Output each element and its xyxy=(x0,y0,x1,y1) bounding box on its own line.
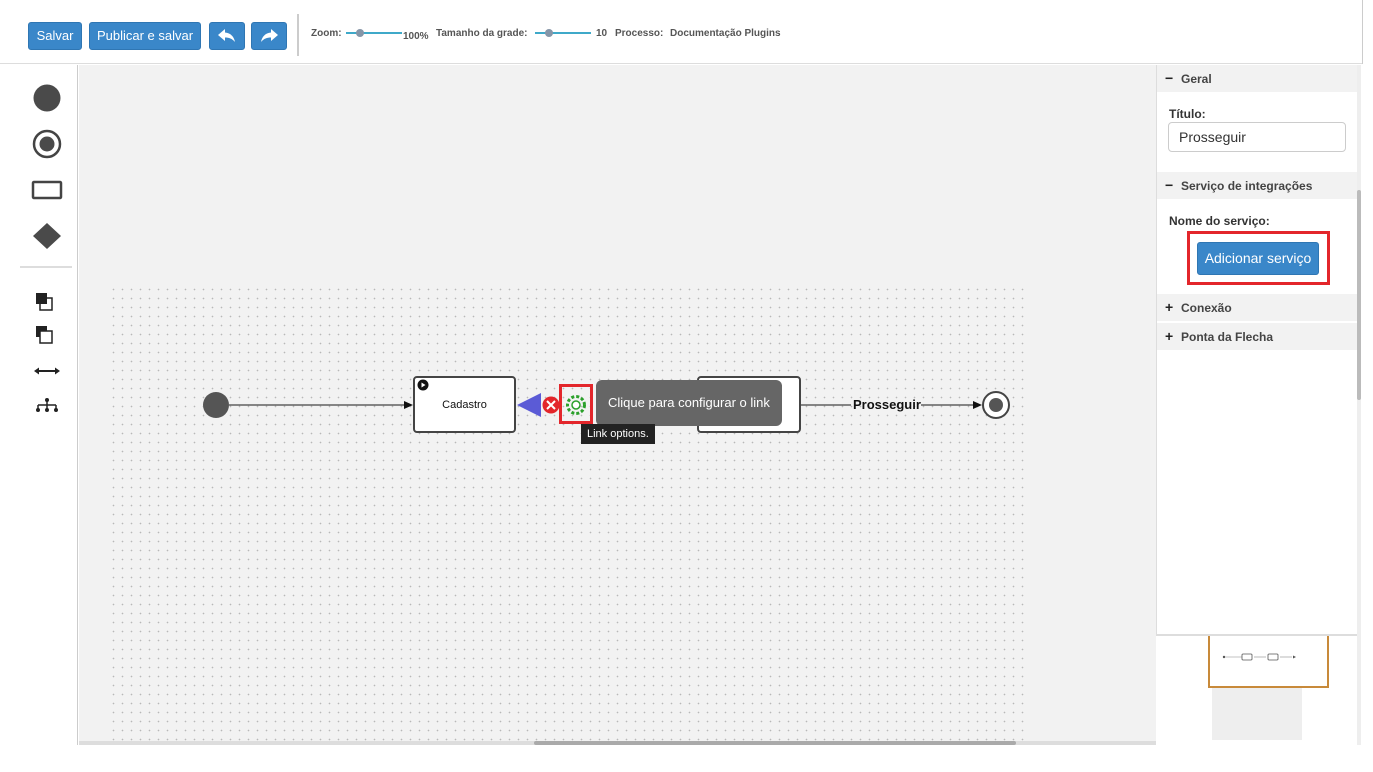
end-event-icon xyxy=(32,129,62,159)
configure-link-tooltip: Clique para configurar o link xyxy=(596,380,782,426)
redo-button[interactable] xyxy=(251,22,287,50)
minimap-viewport[interactable] xyxy=(1208,636,1329,688)
window-edge xyxy=(1362,0,1363,64)
play-icon xyxy=(417,379,429,391)
title-input[interactable] xyxy=(1168,122,1346,152)
palette-send-to-back[interactable] xyxy=(30,322,64,352)
section-connection-title: Conexão xyxy=(1181,301,1232,315)
collapse-icon: − xyxy=(1165,70,1174,86)
highlight-gear xyxy=(559,384,593,424)
send-back-icon xyxy=(36,326,53,344)
shape-palette xyxy=(0,65,78,745)
diagram-canvas[interactable]: Cadastro Clique para configurar o link L… xyxy=(79,65,1156,745)
title-field-label: Título: xyxy=(1169,107,1206,121)
expand-icon: + xyxy=(1165,328,1174,344)
palette-gateway[interactable] xyxy=(30,221,64,251)
vertical-scrollbar-thumb[interactable] xyxy=(1357,190,1361,400)
section-geral-header[interactable]: − Geral xyxy=(1157,65,1358,92)
process-editor: Salvar Publicar e salvar Zoom: 100% Tama… xyxy=(0,0,1373,772)
link-source-arrow-handle[interactable] xyxy=(517,393,541,417)
palette-bring-to-front[interactable] xyxy=(30,289,64,319)
minimap-diagram xyxy=(1222,653,1296,661)
auto-layout-icon xyxy=(36,398,58,412)
section-integration-title: Serviço de integrações xyxy=(1181,179,1313,193)
palette-end-event[interactable] xyxy=(30,129,64,159)
redo-icon xyxy=(261,29,278,42)
expand-icon: + xyxy=(1165,299,1174,315)
task-cadastro-label: Cadastro xyxy=(442,399,487,411)
palette-auto-layout[interactable] xyxy=(30,395,64,425)
publish-and-save-button[interactable]: Publicar e salvar xyxy=(89,22,201,50)
undo-icon xyxy=(218,29,235,42)
process-label: Processo: xyxy=(615,28,664,39)
zoom-slider[interactable] xyxy=(346,29,402,37)
section-arrowhead-title: Ponta da Flecha xyxy=(1181,330,1274,344)
section-connection-header[interactable]: + Conexão xyxy=(1157,294,1358,321)
bring-front-icon xyxy=(36,293,53,311)
link-arrow-icon xyxy=(34,367,60,375)
undo-button[interactable] xyxy=(209,22,245,50)
minimap[interactable] xyxy=(1156,634,1357,745)
link-arrowhead-2 xyxy=(973,401,982,409)
process-name: Documentação Plugins xyxy=(670,28,781,39)
palette-task[interactable] xyxy=(30,175,64,205)
palette-start-event[interactable] xyxy=(30,82,64,112)
add-service-button[interactable]: Adicionar serviço xyxy=(1197,242,1319,275)
link-label-prosseguir[interactable]: Prosseguir xyxy=(853,397,921,412)
zoom-label: Zoom: xyxy=(311,28,342,39)
service-name-label: Nome do serviço: xyxy=(1169,214,1270,228)
palette-divider xyxy=(20,266,72,268)
zoom-value: 100% xyxy=(403,31,429,42)
end-event-node-center xyxy=(989,398,1003,412)
link-options-tooltip: Link options. xyxy=(581,424,655,444)
section-geral-title: Geral xyxy=(1181,72,1212,86)
zoom-slider-handle[interactable] xyxy=(356,29,364,37)
start-event-node[interactable] xyxy=(203,392,229,418)
toolbar-separator xyxy=(297,14,299,56)
grid-size-label: Tamanho da grade: xyxy=(436,28,528,39)
task-cadastro[interactable]: Cadastro xyxy=(413,376,516,433)
section-arrowhead-header[interactable]: + Ponta da Flecha xyxy=(1157,323,1358,350)
toolbar: Salvar Publicar e salvar Zoom: 100% Tama… xyxy=(0,0,1362,64)
section-integration-header[interactable]: − Serviço de integrações xyxy=(1157,172,1358,199)
palette-link[interactable] xyxy=(30,356,64,386)
link-arrowhead-1 xyxy=(404,401,413,409)
start-event-icon xyxy=(33,84,61,112)
grid-size-value: 10 xyxy=(596,28,608,39)
properties-panel: −Geral Título: −Serviço de integrações N… xyxy=(1156,65,1358,635)
collapse-icon: − xyxy=(1165,177,1174,193)
horizontal-scrollbar-thumb[interactable] xyxy=(534,741,1016,745)
grid-size-slider-handle[interactable] xyxy=(545,29,553,37)
save-button[interactable]: Salvar xyxy=(28,22,82,50)
vertical-scrollbar[interactable] xyxy=(1357,65,1361,745)
gateway-icon xyxy=(33,223,61,249)
task-icon xyxy=(31,180,63,200)
grid-size-slider[interactable] xyxy=(535,29,591,37)
